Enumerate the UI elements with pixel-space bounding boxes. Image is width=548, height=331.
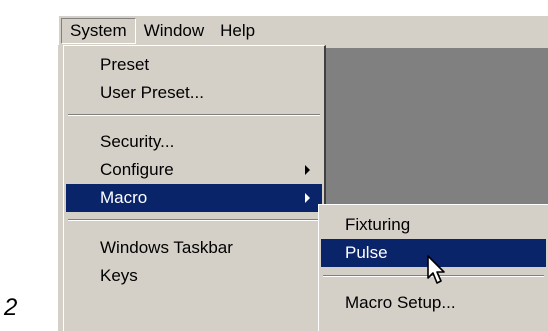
submenu-arrow-icon: [305, 165, 310, 175]
menu-item-label: Pulse: [345, 243, 388, 262]
submenu-item-macro-setup[interactable]: Macro Setup...: [321, 289, 546, 317]
menu-item-label: Configure: [100, 160, 174, 179]
menu-window[interactable]: Window: [136, 18, 212, 44]
menu-item-user-preset[interactable]: User Preset...: [66, 79, 322, 107]
workspace-area: [322, 48, 548, 206]
menu-help[interactable]: Help: [212, 18, 263, 44]
menu-system[interactable]: System: [61, 17, 136, 44]
step-number: 2: [4, 294, 18, 321]
menu-separator: [68, 114, 320, 116]
menu-item-preset[interactable]: Preset: [66, 51, 322, 79]
screenshot-stage: 2 System Window Help Preset User Preset.…: [0, 0, 548, 331]
menu-item-windows-taskbar[interactable]: Windows Taskbar: [66, 234, 322, 262]
menubar: System Window Help: [58, 15, 548, 45]
menu-item-keys[interactable]: Keys: [66, 262, 322, 290]
menu-item-configure[interactable]: Configure: [66, 156, 322, 184]
submenu-item-fixturing[interactable]: Fixturing: [321, 211, 546, 239]
menu-item-label: Fixturing: [345, 215, 411, 234]
submenu-arrow-icon: [305, 193, 310, 203]
menu-item-label: Macro: [100, 188, 148, 207]
arrow-pointer-icon: [427, 255, 445, 284]
menu-item-macro[interactable]: Macro: [66, 184, 322, 212]
menu-item-label: Windows Taskbar: [100, 238, 233, 257]
menu-item-label: Keys: [100, 266, 138, 285]
menu-item-security[interactable]: Security...: [66, 128, 322, 156]
system-menu-dropdown: Preset User Preset... Security... Config…: [63, 45, 326, 331]
menu-item-label: Security...: [100, 132, 175, 151]
menu-separator: [68, 219, 320, 221]
menu-item-label: Preset: [100, 55, 150, 74]
menu-item-label: User Preset...: [100, 83, 204, 102]
menu-item-label: Macro Setup...: [345, 293, 456, 312]
